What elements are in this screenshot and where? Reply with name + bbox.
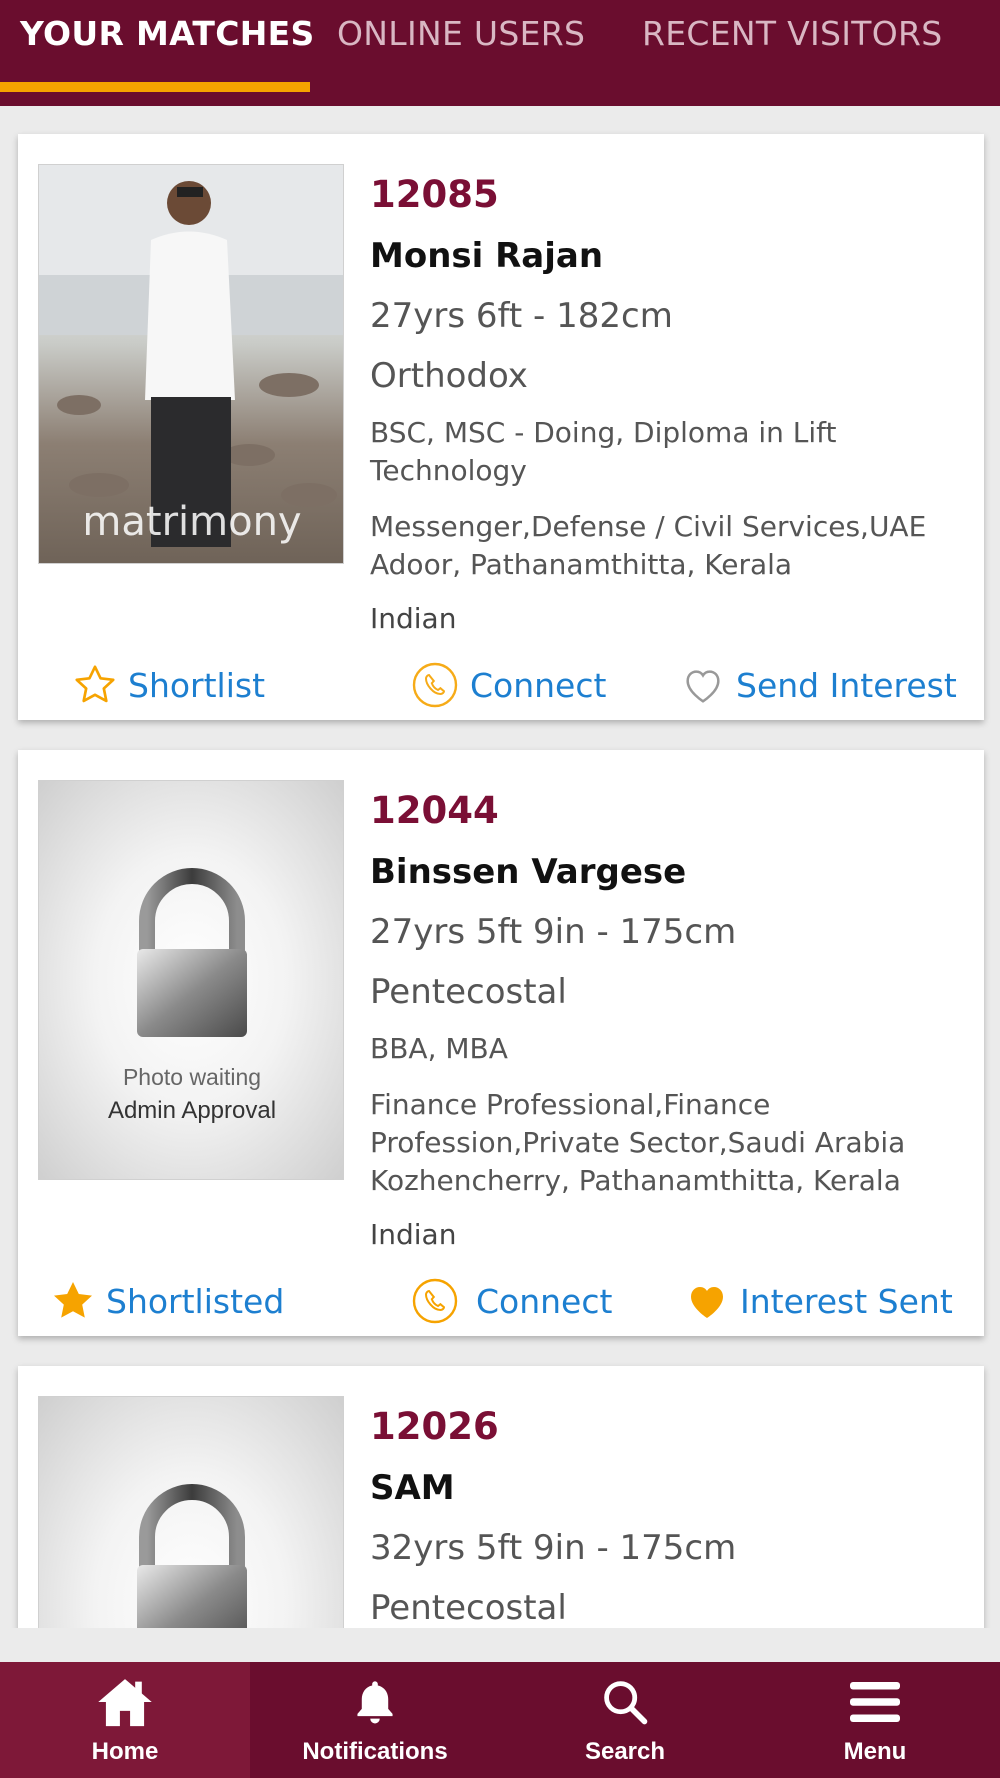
tab-online-users[interactable]: ONLINE USERS [337, 0, 585, 106]
phone-circle-icon [410, 660, 460, 710]
heart-outline-icon [678, 660, 728, 710]
nav-menu[interactable]: Menu [750, 1662, 1000, 1778]
shortlist-button[interactable]: Shortlist [70, 650, 265, 720]
nav-notifications[interactable]: Notifications [250, 1662, 500, 1778]
profile-nationality: Indian [370, 602, 457, 635]
nav-search-label: Search [584, 1738, 666, 1765]
profile-location: Kozhencherry, Pathanamthitta, Kerala [370, 1164, 901, 1197]
profile-photo-locked[interactable]: Photo waiting Admin Approval [38, 780, 344, 1180]
profile-photo-image: matrimony [39, 165, 343, 547]
connect-button[interactable]: Connect [410, 1266, 612, 1336]
matches-list[interactable]: matrimony 12085 Monsi Rajan 27yrs 6ft - … [0, 106, 1000, 1628]
interest-sent-label: Interest Sent [740, 1281, 953, 1321]
bottom-nav: Home Notifications Search Menu [0, 1662, 1000, 1778]
profile-info: 12026 SAM 32yrs 5ft 9in - 175cm Pentecos… [370, 1396, 970, 1628]
admin-approval-text: Admin Approval [107, 1097, 277, 1124]
profile-card[interactable]: matrimony 12085 Monsi Rajan 27yrs 6ft - … [18, 134, 984, 720]
profile-occupation: Finance Professional,Finance Profession,… [370, 1088, 906, 1159]
app: YOUR MATCHES ONLINE USERS RECENT VISITOR… [0, 0, 1000, 1778]
profile-name[interactable]: SAM [370, 1458, 970, 1518]
profile-id: 12044 [370, 789, 499, 832]
profile-denomination: Orthodox [370, 356, 528, 396]
search-icon [599, 1672, 651, 1732]
profile-education: BBA, MBA [370, 1032, 508, 1065]
profile-id: 12085 [370, 173, 499, 216]
profile-education: BSC, MSC - Doing, Diploma in Lift Techno… [370, 416, 837, 487]
phone-circle-icon [410, 1276, 460, 1326]
profile-id: 12026 [370, 1405, 499, 1448]
send-interest-label: Send Interest [736, 665, 957, 705]
profile-card[interactable]: Photo waiting Admin Approval 12044 Binss… [18, 750, 984, 1336]
nav-home[interactable]: Home [0, 1662, 250, 1778]
profile-info: 12044 Binssen Vargese 27yrs 5ft 9in - 17… [370, 780, 970, 1254]
photo-watermark: matrimony [82, 499, 301, 545]
tab-recent-visitors[interactable]: RECENT VISITORS [642, 0, 943, 106]
profile-name[interactable]: Binssen Vargese [370, 842, 970, 902]
connect-button[interactable]: Connect [410, 650, 606, 720]
home-icon [94, 1672, 156, 1732]
star-outline-icon [70, 660, 120, 710]
nav-home-label: Home [91, 1738, 159, 1765]
profile-denomination: Pentecostal [370, 1588, 567, 1628]
profile-denomination: Pentecostal [370, 972, 567, 1012]
heart-filled-icon [682, 1276, 732, 1326]
profile-actions: Shortlist Connect Send Interest [18, 650, 984, 720]
nav-menu-label: Menu [843, 1738, 907, 1765]
bell-icon [349, 1672, 401, 1732]
interest-sent-button[interactable]: Interest Sent [682, 1266, 953, 1336]
menu-icon [844, 1672, 906, 1732]
profile-info: 12085 Monsi Rajan 27yrs 6ft - 182cm Orth… [370, 164, 970, 638]
connect-label: Connect [476, 1281, 613, 1321]
connect-label: Connect [470, 665, 607, 705]
profile-name[interactable]: Monsi Rajan [370, 226, 970, 286]
profile-nationality: Indian [370, 1218, 457, 1251]
photo-waiting-text: Photo waiting [122, 1064, 262, 1090]
shortlist-label: Shortlist [128, 665, 266, 705]
profile-photo[interactable]: matrimony [38, 164, 344, 564]
send-interest-button[interactable]: Send Interest [678, 650, 957, 720]
padlock-icon [137, 1484, 247, 1628]
profile-actions: Shortlisted Connect Interest Sent [18, 1266, 984, 1336]
profile-age-height: 27yrs 5ft 9in - 175cm [370, 912, 737, 952]
profile-card[interactable]: 12026 SAM 32yrs 5ft 9in - 175cm Pentecos… [18, 1366, 984, 1628]
active-tab-indicator [0, 82, 310, 92]
profile-age-height: 32yrs 5ft 9in - 175cm [370, 1528, 737, 1568]
shortlisted-label: Shortlisted [106, 1281, 285, 1321]
star-filled-icon [48, 1276, 98, 1326]
top-tab-bar: YOUR MATCHES ONLINE USERS RECENT VISITOR… [0, 0, 1000, 106]
shortlisted-button[interactable]: Shortlisted [48, 1266, 284, 1336]
profile-occupation: Messenger,Defense / Civil Services,UAE [370, 510, 927, 543]
profile-age-height: 27yrs 6ft - 182cm [370, 296, 673, 336]
profile-location: Adoor, Pathanamthitta, Kerala [370, 548, 793, 581]
nav-search[interactable]: Search [500, 1662, 750, 1778]
profile-photo-locked[interactable] [38, 1396, 344, 1628]
nav-notifications-label: Notifications [302, 1738, 448, 1765]
